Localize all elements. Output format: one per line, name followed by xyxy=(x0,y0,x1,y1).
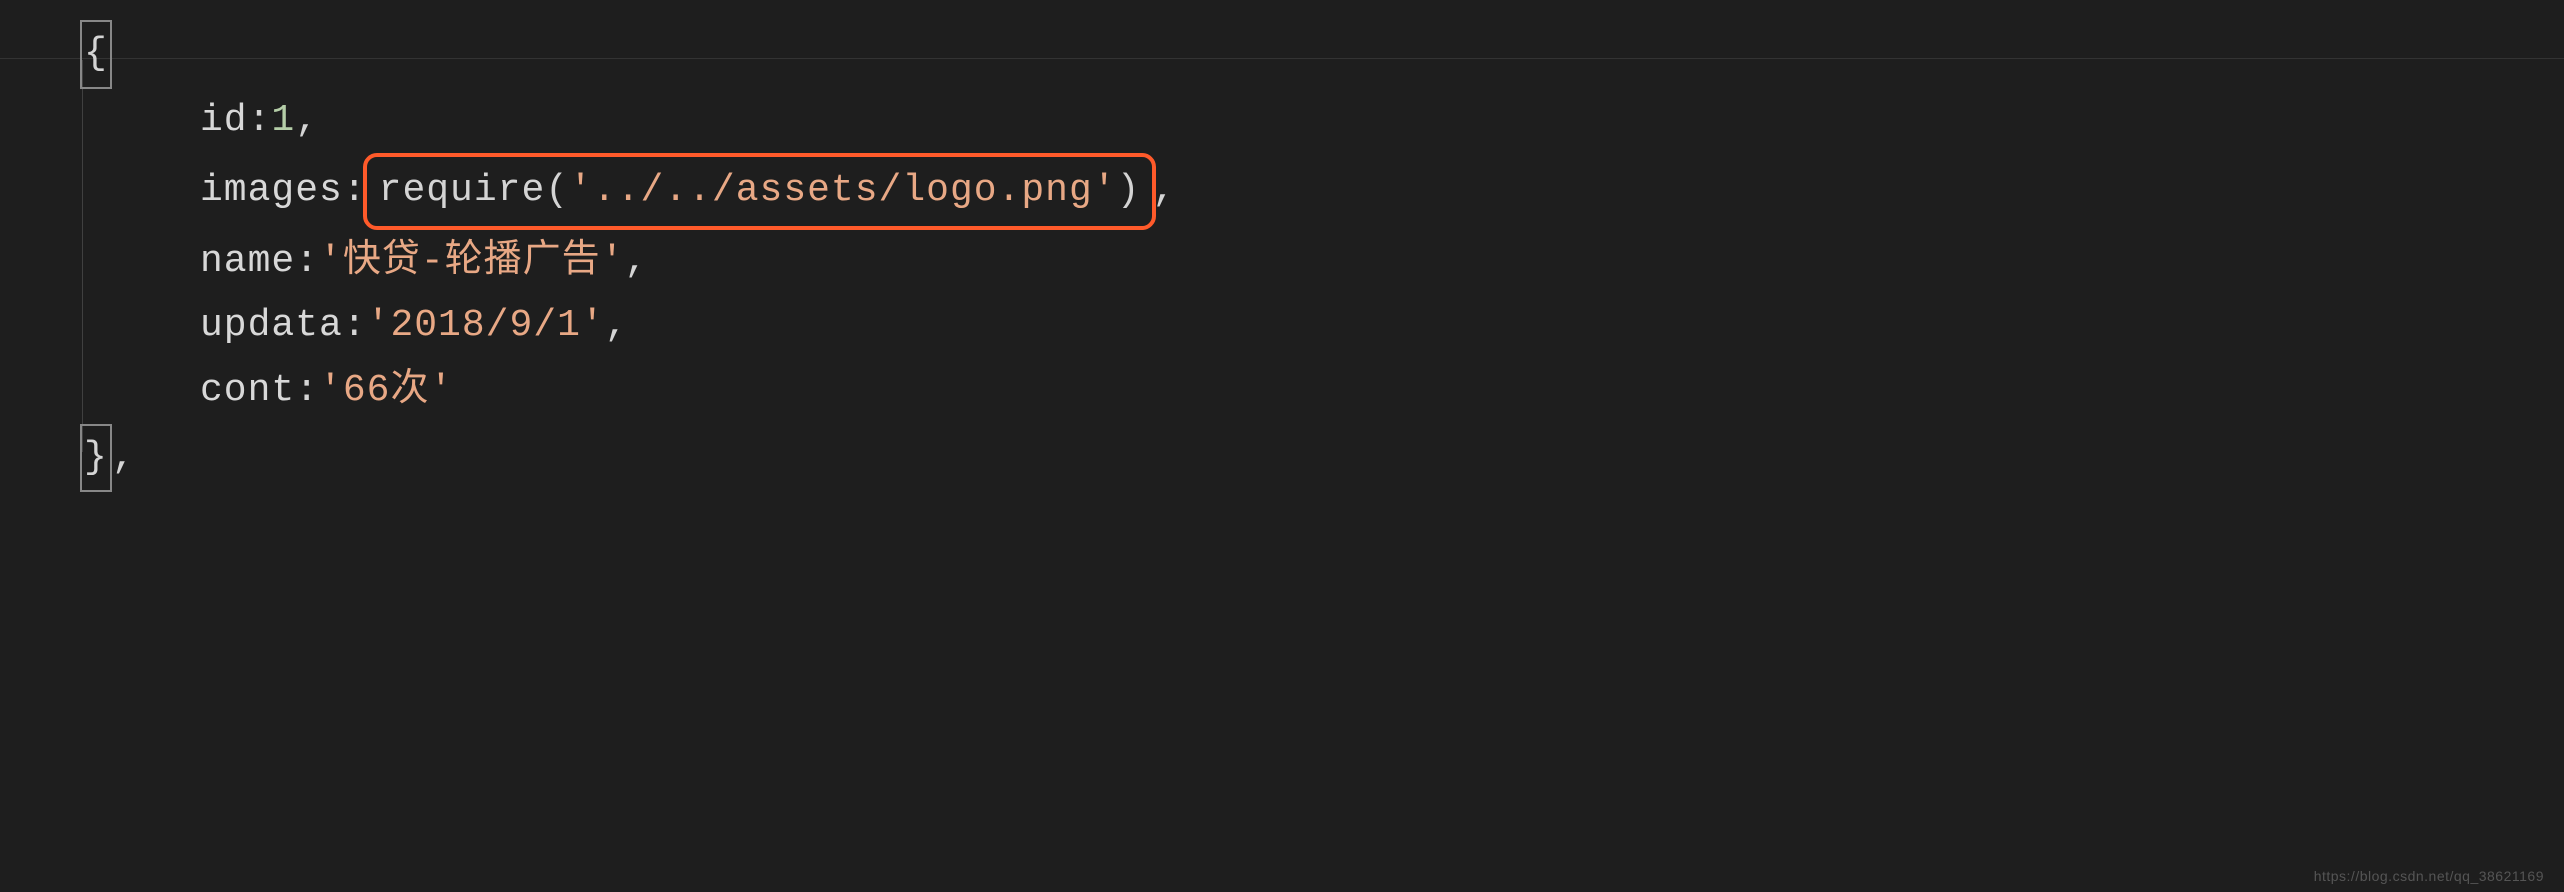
property-key: cont xyxy=(200,369,295,412)
code-line-close-brace[interactable]: }, xyxy=(80,424,2564,493)
close-brace: } xyxy=(80,424,112,493)
close-paren: ) xyxy=(1117,169,1141,212)
comma: , xyxy=(112,436,136,479)
function-name: require xyxy=(379,169,546,212)
property-key: images xyxy=(200,169,343,212)
code-line-updata[interactable]: updata:'2018/9/1', xyxy=(80,294,2564,359)
code-editor[interactable]: { id:1, images:require('../../assets/log… xyxy=(0,0,2564,512)
colon: : xyxy=(343,304,367,347)
code-line-open-brace[interactable]: { xyxy=(80,20,2564,89)
open-brace: { xyxy=(80,20,112,89)
indent-guide xyxy=(82,60,83,452)
number-value: 1 xyxy=(271,99,295,142)
comma: , xyxy=(295,99,319,142)
string-value: '快贷-轮播广告' xyxy=(319,240,624,283)
code-line-name[interactable]: name:'快贷-轮播广告', xyxy=(80,230,2564,295)
colon: : xyxy=(248,99,272,142)
highlight-annotation: require('../../assets/logo.png') xyxy=(363,153,1157,230)
string-value: '../../assets/logo.png' xyxy=(569,169,1117,212)
colon: : xyxy=(295,240,319,283)
code-line-cont[interactable]: cont:'66次' xyxy=(80,359,2564,424)
comma: , xyxy=(624,240,648,283)
string-value: '2018/9/1' xyxy=(367,304,605,347)
comma: , xyxy=(1152,169,1176,212)
open-paren: ( xyxy=(545,169,569,212)
string-value: '66次' xyxy=(319,369,453,412)
code-line-images[interactable]: images:require('../../assets/logo.png'), xyxy=(80,153,2564,230)
comma: , xyxy=(605,304,629,347)
property-key: updata xyxy=(200,304,343,347)
property-key: id xyxy=(200,99,248,142)
watermark-text: https://blog.csdn.net/qq_38621169 xyxy=(2314,868,2544,884)
property-key: name xyxy=(200,240,295,283)
colon: : xyxy=(295,369,319,412)
code-line-id[interactable]: id:1, xyxy=(80,89,2564,154)
